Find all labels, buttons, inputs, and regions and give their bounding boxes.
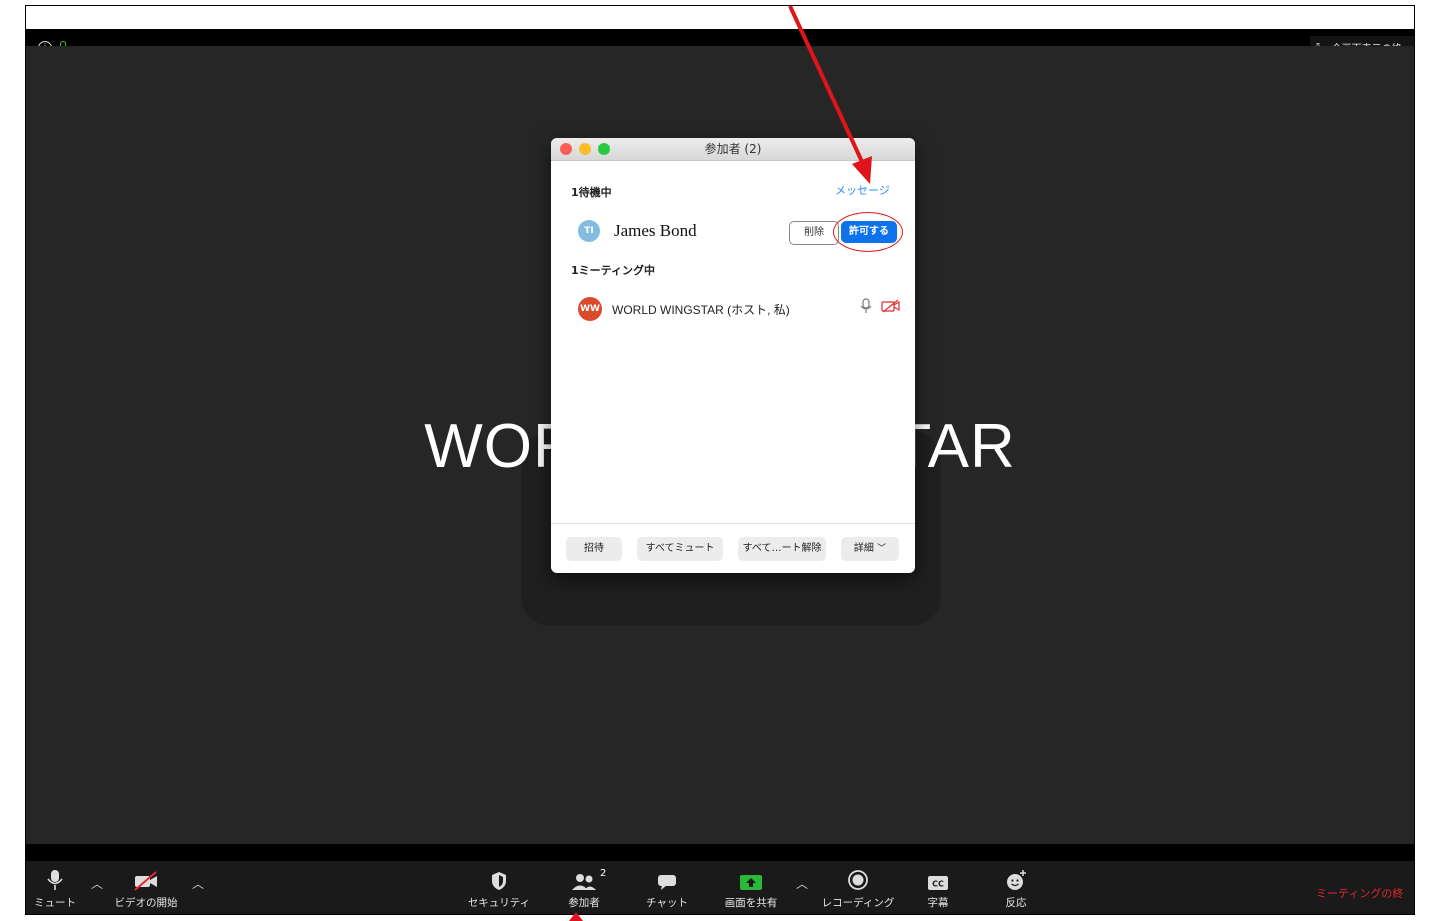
share-screen-button[interactable]: 画面を共有 xyxy=(716,861,786,914)
participants-panel: 参加者 (2) 1待機中 メッセージ TI James Bond 削除 許可する… xyxy=(551,138,915,573)
mute-label: ミュート xyxy=(34,897,76,909)
annotation-circle xyxy=(833,212,903,252)
mute-button[interactable]: ミュート xyxy=(29,861,81,914)
panel-title: 参加者 (2) xyxy=(704,142,762,156)
record-button[interactable]: レコーディング xyxy=(814,861,902,914)
microphone-icon[interactable] xyxy=(859,298,873,314)
avatar: TI xyxy=(578,220,600,242)
avatar: WW xyxy=(578,297,602,321)
mute-all-button[interactable]: すべてミュート xyxy=(637,537,723,561)
video-off-icon[interactable] xyxy=(881,299,901,313)
bottom-bar-strip xyxy=(26,844,1414,861)
chevron-down-icon: ﹀ xyxy=(877,544,887,554)
annotation-pointer xyxy=(569,912,583,921)
more-label: 詳細 xyxy=(853,543,874,554)
more-button[interactable]: 詳細 ﹀ xyxy=(841,537,899,561)
host-participant-row: WW WORLD WINGSTAR (ホスト, 私) xyxy=(578,297,790,321)
screenshot-frame: i ⤡ 全画面表示の終 WORLD WINGSTAR 参加者 (2) 1待機中 … xyxy=(25,5,1415,915)
annotation-arrow xyxy=(788,6,872,184)
security-button[interactable]: セキュリティ xyxy=(463,861,535,914)
in-meeting-section-label: 1ミーティング中 xyxy=(571,264,655,277)
chat-button[interactable]: チャット xyxy=(637,861,697,914)
share-options-caret-icon[interactable]: ︿ xyxy=(796,875,808,892)
video-off-icon xyxy=(134,871,157,891)
record-icon xyxy=(848,870,868,890)
captions-label: 字幕 xyxy=(927,897,949,909)
start-video-label: ビデオの開始 xyxy=(114,897,178,909)
microphone-icon xyxy=(47,870,63,890)
share-screen-icon xyxy=(740,875,762,890)
zoom-window-button[interactable] xyxy=(598,143,610,155)
chat-label: チャット xyxy=(646,897,688,909)
closed-caption-icon: CC xyxy=(928,876,948,890)
svg-text:CC: CC xyxy=(932,880,944,889)
unmute-all-button[interactable]: すべて…ート解除 xyxy=(738,537,826,561)
participants-label: 参加者 xyxy=(568,897,600,909)
smiley-plus-icon xyxy=(1007,870,1026,890)
top-bar xyxy=(26,29,1414,46)
security-label: セキュリティ xyxy=(467,897,531,909)
chat-icon xyxy=(658,875,676,890)
panel-footer: 招待 すべてミュート すべて…ート解除 詳細 ﹀ xyxy=(551,523,915,573)
participants-count-badge: 2 xyxy=(600,868,607,879)
captions-button[interactable]: CC 字幕 xyxy=(918,861,958,914)
close-window-button[interactable] xyxy=(560,143,572,155)
window-controls xyxy=(560,143,610,155)
invite-button[interactable]: 招待 xyxy=(566,537,622,561)
shield-icon xyxy=(492,872,506,890)
audio-options-caret-icon[interactable]: ︿ xyxy=(91,875,103,892)
start-video-button[interactable]: ビデオの開始 xyxy=(108,861,184,914)
participants-icon xyxy=(572,874,596,890)
reactions-button[interactable]: 反応 xyxy=(996,861,1036,914)
remove-button[interactable]: 削除 xyxy=(789,221,839,245)
share-screen-label: 画面を共有 xyxy=(724,897,778,909)
reactions-label: 反応 xyxy=(1005,897,1027,909)
host-participant-name: WORLD WINGSTAR (ホスト, 私) xyxy=(612,302,790,317)
waiting-section-label: 1待機中 xyxy=(571,186,612,199)
waiting-participant-row: TI James Bond xyxy=(578,220,697,242)
meeting-toolbar: ミュート ︿ ビデオの開始 ︿ セキュリティ 参加者 2 チャット 画面を共有 … xyxy=(26,861,1414,914)
end-meeting-button[interactable]: ミーティングの終 xyxy=(1316,885,1403,901)
record-label: レコーディング xyxy=(821,897,895,909)
video-options-caret-icon[interactable]: ︿ xyxy=(192,875,204,892)
minimize-window-button[interactable] xyxy=(579,143,591,155)
waiting-participant-name: James Bond xyxy=(614,221,697,240)
